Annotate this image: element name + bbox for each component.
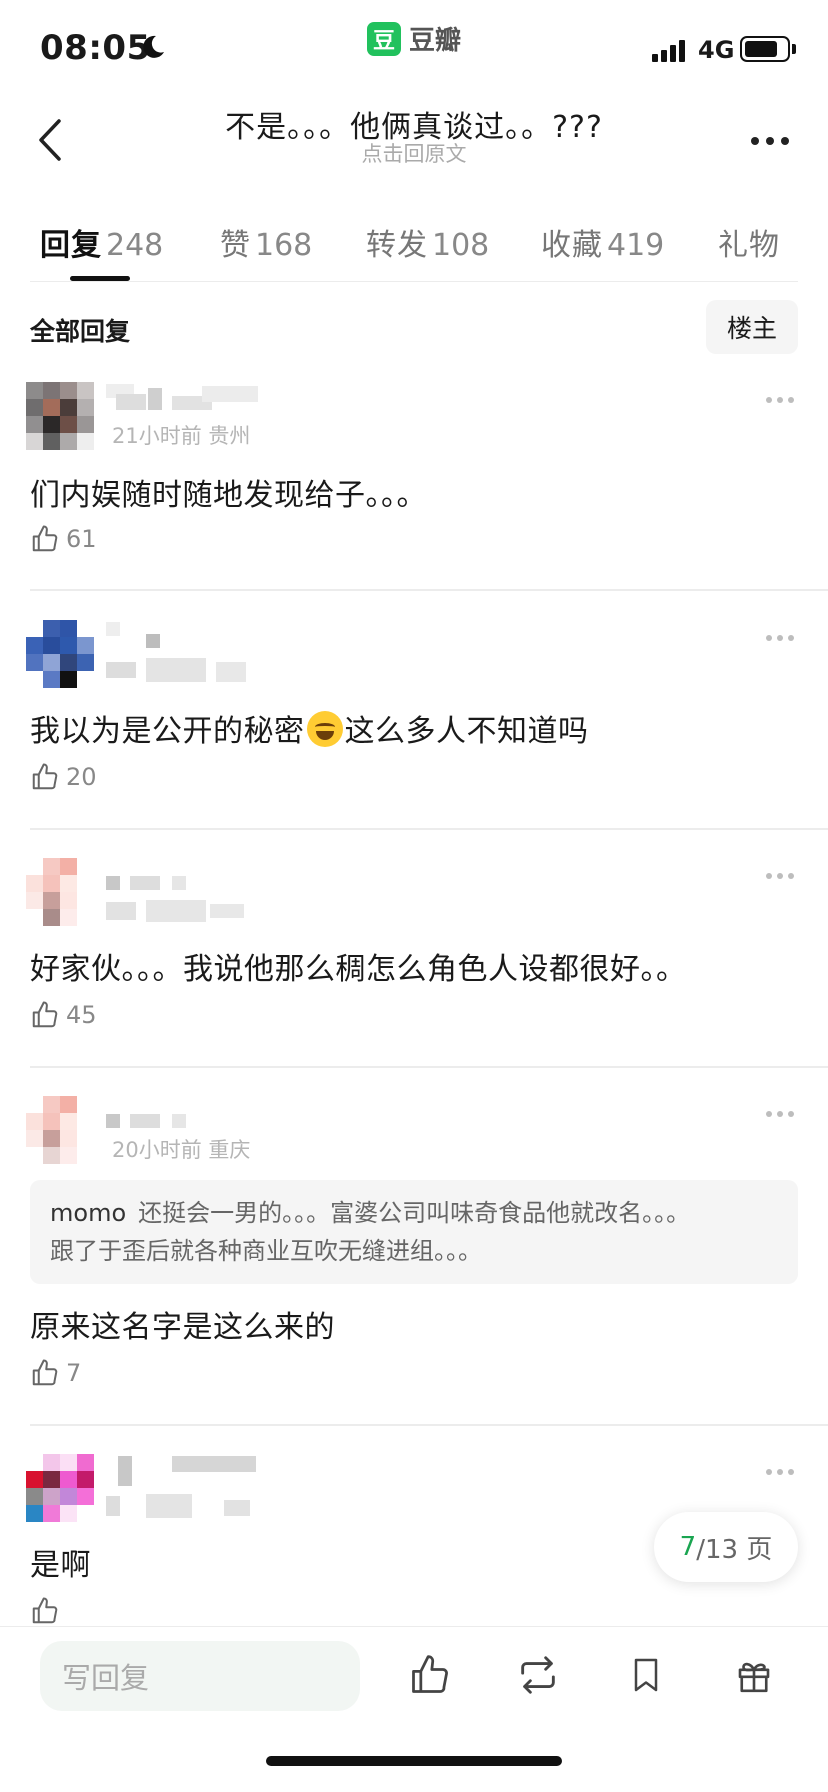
- comment-more-button[interactable]: [758, 864, 802, 888]
- comment-more-button[interactable]: [758, 626, 802, 650]
- like-count: 7: [66, 1359, 82, 1387]
- comment-text: 们内娱随时随地发现给子。。。: [30, 478, 427, 513]
- repost-icon: [521, 1656, 555, 1694]
- like-post-button[interactable]: [404, 1649, 456, 1701]
- page-indicator[interactable]: 7/13 页: [654, 1512, 798, 1582]
- more-icon-dot: [751, 137, 759, 145]
- tab-likes[interactable]: 赞 168: [220, 220, 312, 264]
- current-page: 7: [679, 1532, 697, 1562]
- avatar[interactable]: [26, 382, 94, 450]
- avatar[interactable]: [26, 858, 94, 926]
- comment-more-button[interactable]: [758, 1460, 802, 1484]
- gift-icon: [738, 1662, 770, 1693]
- status-bar: 08:05 豆 豆瓣 4G: [0, 0, 828, 96]
- bookmark-button[interactable]: [620, 1649, 672, 1701]
- thumb-up-icon: [32, 763, 58, 790]
- avatar[interactable]: [26, 1096, 94, 1164]
- like-button[interactable]: [30, 1596, 60, 1626]
- thumb-up-icon: [32, 1597, 58, 1624]
- nav-header: 不是。。。他俩真谈过。。??? 点击回原文: [0, 96, 828, 206]
- like-count: 20: [66, 763, 97, 791]
- divider: [30, 589, 828, 591]
- home-indicator: [266, 1756, 562, 1766]
- joy-emoji-icon: [306, 711, 343, 747]
- like-button[interactable]: 20: [30, 762, 97, 792]
- divider: [30, 1424, 828, 1426]
- status-time: 08:05: [40, 28, 151, 68]
- quoted-reply[interactable]: momo 还挺会一男的。。。富婆公司叫味奇食品他就改名。。。 跟了于歪后就各种商业…: [30, 1180, 798, 1284]
- username-blurred[interactable]: [106, 860, 256, 922]
- back-icon: [39, 119, 61, 161]
- app-brand-name: 豆瓣: [409, 26, 462, 56]
- comment-text: 原来这名字是这么来的: [30, 1310, 335, 1345]
- thumb-up-icon: [32, 1359, 58, 1386]
- quote-text-line: 跟了于歪后就各种商业互吹无缝进组。。。: [50, 1237, 482, 1265]
- repost-button[interactable]: [512, 1649, 564, 1701]
- tab-gifts[interactable]: 礼物: [718, 220, 780, 264]
- quote-username: momo: [50, 1199, 127, 1227]
- more-button[interactable]: [740, 116, 800, 166]
- username-blurred[interactable]: [106, 1456, 256, 1518]
- comment-text: 是啊: [30, 1548, 91, 1583]
- app-brand: 豆 豆瓣: [367, 20, 461, 57]
- bottom-action-bar: 写回复: [0, 1626, 828, 1792]
- comment-text: 我以为是公开的秘密 这么多人不知道吗: [30, 706, 589, 750]
- tab-bar: 回复 248 赞 168 转发 108 收藏 419 礼物: [30, 206, 798, 282]
- bookmark-icon: [634, 1658, 658, 1692]
- comment-meta: 20小时前 重庆: [112, 1138, 251, 1162]
- tab-indicator: [70, 276, 130, 281]
- moon-icon: [143, 35, 164, 58]
- quote-text-line: 还挺会一男的。。。富婆公司叫味奇食品他就改名。。。: [138, 1199, 691, 1227]
- tab-collections[interactable]: 收藏 419: [541, 220, 664, 264]
- comment-more-button[interactable]: [758, 388, 802, 412]
- reply-input[interactable]: 写回复: [40, 1641, 360, 1711]
- douban-logo-icon: 豆: [367, 21, 401, 56]
- comment-more-button[interactable]: [758, 1102, 802, 1126]
- battery-icon: [740, 36, 790, 62]
- thumb-up-icon: [32, 1001, 58, 1028]
- owner-only-button[interactable]: 楼主: [706, 300, 798, 354]
- username-blurred[interactable]: [106, 622, 256, 682]
- like-button[interactable]: 7: [30, 1358, 81, 1388]
- signal-icon: [652, 38, 685, 62]
- back-to-original-link[interactable]: 点击回原文: [150, 138, 678, 168]
- total-pages: /13 页: [696, 1534, 773, 1565]
- back-button[interactable]: [24, 110, 76, 170]
- network-type: 4G: [698, 36, 735, 64]
- tab-reposts[interactable]: 转发 108: [366, 220, 489, 264]
- divider: [30, 1066, 828, 1068]
- gift-button[interactable]: [728, 1649, 780, 1701]
- section-header: 全部回复 楼主: [30, 300, 798, 354]
- thumb-up-icon: [32, 525, 58, 552]
- avatar[interactable]: [26, 1454, 94, 1522]
- section-title: 全部回复: [30, 317, 131, 346]
- thumb-up-icon: [412, 1655, 448, 1693]
- avatar[interactable]: [26, 620, 94, 688]
- like-button[interactable]: 45: [30, 1000, 97, 1030]
- comment-text: 好家伙。。。我说他那么稠怎么角色人设都很好。。: [30, 952, 687, 987]
- battery-tip: [792, 44, 796, 54]
- like-count: 45: [66, 1001, 97, 1029]
- divider: [30, 828, 828, 830]
- tab-replies[interactable]: 回复 248: [40, 220, 163, 264]
- like-button[interactable]: 61: [30, 524, 97, 554]
- like-count: 61: [66, 525, 97, 553]
- comment-meta: 21小时前 贵州: [112, 424, 251, 448]
